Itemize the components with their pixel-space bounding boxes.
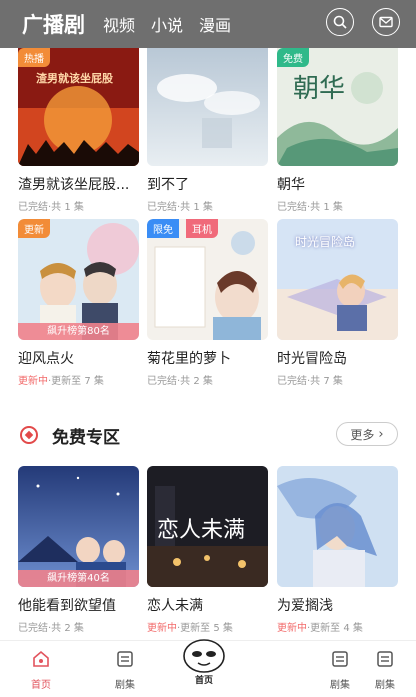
- card-meta: 已完结·共 1 集: [147, 202, 213, 213]
- nav-drama[interactable]: 剧集: [360, 649, 410, 691]
- cover-title-text: 恋人未满: [157, 518, 246, 543]
- cover-image[interactable]: 恋人未满: [147, 466, 268, 587]
- limited-free-badge: 限免: [147, 219, 179, 238]
- more-button[interactable]: 更多 ›: [336, 422, 398, 446]
- drama-card[interactable]: 更新 飙升榜第80名 迎风点火 更新中·更新至 7 集: [18, 219, 139, 387]
- drama-card[interactable]: 渣男就该坐屁股 热播 渣男就该坐屁股... 已完结·共 1 集: [18, 48, 139, 213]
- card-title[interactable]: 恋人未满: [147, 595, 268, 615]
- mascot-float-button[interactable]: 首页: [180, 632, 228, 686]
- nav-label: 剧集: [115, 680, 135, 691]
- list-icon: [332, 651, 348, 667]
- drama-card[interactable]: 恋人未满 恋人未满 更新中·更新至 5 集: [147, 466, 268, 634]
- headphone-badge: 耳机: [186, 219, 218, 238]
- card-title[interactable]: 他能看到欲望值: [18, 595, 139, 615]
- updating-status: 更新中: [277, 623, 307, 634]
- nav-home[interactable]: 首页: [16, 649, 66, 691]
- card-title[interactable]: 迎风点火: [18, 348, 139, 368]
- update-badge: 更新: [18, 219, 50, 238]
- drama-card[interactable]: 时光冒险岛 时光冒险岛 已完结·共 7 集: [277, 219, 398, 387]
- drama-card[interactable]: 到不了 已完结·共 1 集: [147, 48, 268, 213]
- list-icon: [117, 651, 133, 667]
- mail-icon: [379, 16, 393, 28]
- search-button[interactable]: [326, 8, 354, 36]
- nav-label: 剧集: [330, 680, 350, 691]
- tab-comic[interactable]: 漫画: [199, 12, 231, 36]
- mascot-label: 首页: [194, 676, 213, 686]
- nav-drama[interactable]: 剧集: [100, 649, 150, 691]
- cover-title-text: 时光冒险岛: [295, 235, 356, 249]
- drama-card[interactable]: 飙升榜第40名 他能看到欲望值 已完结·共 2 集: [18, 466, 139, 634]
- tab-radio-drama[interactable]: 广播剧: [22, 9, 85, 39]
- top-header: 广播剧 视频 小说 漫画: [0, 0, 416, 48]
- cover-image[interactable]: 朝华 免费: [277, 48, 398, 166]
- cover-image[interactable]: 渣男就该坐屁股 热播: [18, 48, 139, 166]
- cover-image[interactable]: 更新 飙升榜第80名: [18, 219, 139, 340]
- cover-image[interactable]: [277, 466, 398, 587]
- home-icon: [33, 650, 49, 667]
- card-title[interactable]: 时光冒险岛: [277, 348, 398, 368]
- updating-status: 更新中: [147, 623, 177, 634]
- drama-card[interactable]: 朝华 免费 朝华 已完结·共 1 集: [277, 48, 398, 213]
- cover-title-text: 朝华: [293, 74, 346, 104]
- tab-video[interactable]: 视频: [103, 12, 135, 36]
- nav-label: 剧集: [375, 680, 395, 691]
- card-meta: 已完结·共 7 集: [277, 376, 343, 387]
- card-title[interactable]: 为爱搁浅: [277, 595, 398, 615]
- cover-image[interactable]: [147, 48, 268, 166]
- tab-novel[interactable]: 小说: [151, 12, 183, 36]
- drama-card[interactable]: 为爱搁浅 更新中·更新至 4 集: [277, 466, 398, 634]
- drama-card[interactable]: 限免 耳机 菊花里的萝卜 已完结·共 2 集: [147, 219, 268, 387]
- card-meta: 已完结·共 2 集: [147, 376, 213, 387]
- list-icon: [377, 651, 393, 667]
- chevron-right-icon: ›: [378, 426, 384, 442]
- cover-title-text: 渣男就该坐屁股: [36, 72, 113, 85]
- card-title[interactable]: 菊花里的萝卜: [147, 348, 268, 368]
- card-title[interactable]: 朝华: [277, 174, 398, 194]
- update-count: ·更新至 7 集: [48, 376, 104, 387]
- message-button[interactable]: [372, 8, 400, 36]
- nav-drama[interactable]: 剧集: [315, 649, 365, 691]
- free-zone-icon: [20, 426, 38, 444]
- more-label: 更多: [350, 427, 375, 442]
- free-zone-header: 免费专区 更多 ›: [20, 420, 398, 450]
- free-badge: 免费: [277, 48, 309, 67]
- search-icon: [333, 15, 347, 29]
- rank-label: 飙升榜第40名: [18, 570, 139, 587]
- updating-status: 更新中: [18, 376, 48, 387]
- hot-badge: 热播: [18, 48, 50, 67]
- update-count: ·更新至 4 集: [307, 623, 363, 634]
- cover-image[interactable]: 时光冒险岛: [277, 219, 398, 340]
- rank-label: 飙升榜第80名: [18, 323, 139, 340]
- cover-image[interactable]: 飙升榜第40名: [18, 466, 139, 587]
- card-meta: 已完结·共 2 集: [18, 623, 84, 634]
- card-title[interactable]: 渣男就该坐屁股...: [18, 174, 139, 194]
- card-meta: 更新中·更新至 7 集: [18, 372, 139, 387]
- section-title: 免费专区: [52, 427, 120, 448]
- cover-image[interactable]: 限免 耳机: [147, 219, 268, 340]
- card-meta: 已完结·共 1 集: [277, 202, 343, 213]
- card-meta: 更新中·更新至 4 集: [277, 619, 398, 634]
- card-meta: 已完结·共 1 集: [18, 202, 84, 213]
- nav-label: 首页: [31, 680, 51, 691]
- card-title[interactable]: 到不了: [147, 174, 268, 194]
